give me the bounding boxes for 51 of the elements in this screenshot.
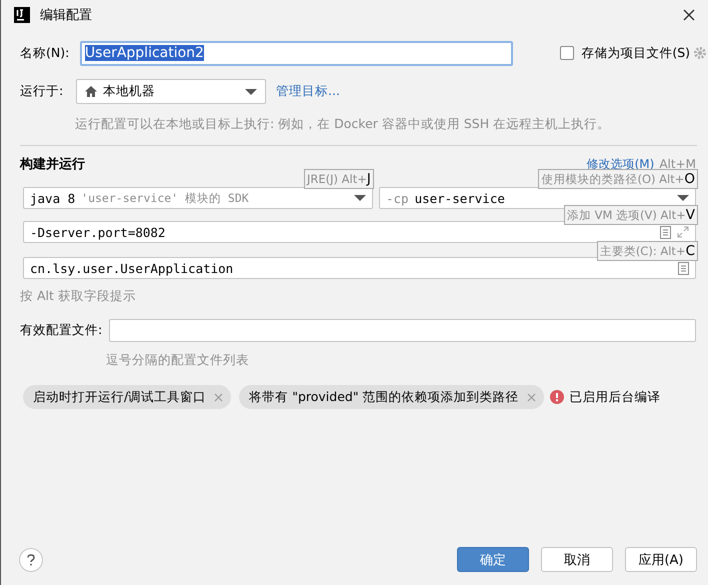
profiles-hint: 逗号分隔的配置文件列表 [106,352,250,369]
help-icon [27,554,35,566]
warning-text: 已启用后台编译 [570,388,661,406]
main-class-field[interactable]: cn.lsy.user.UserApplication [23,257,696,279]
name-label: 名称(N): [20,44,70,62]
dialog-button[interactable]: 应用(A) [625,547,697,572]
dropdown-arrow-icon [677,194,689,202]
shortcut-tooltip: 主要类(C): Alt+C [596,241,698,261]
store-checkbox[interactable] [560,46,574,60]
jre-value: java 8 [30,190,76,206]
field-hint: 按 Alt 获取字段提示 [20,288,137,305]
option-chip[interactable]: 将带有 "provided" 范围的依赖项添加到类路径 [239,385,544,409]
shortcut-tooltip: 添加 VM 选项(V) Alt+V [564,205,698,225]
shortcut-tooltip: 使用模块的类路径(O) Alt+O [538,169,698,189]
profiles-field[interactable] [109,319,696,342]
jre-detail: 'user-service' 模块的 SDK [81,190,249,206]
jre-dropdown[interactable]: java 8 'user-service' 模块的 SDK [23,187,373,209]
name-value: UserApplication2 [84,45,204,61]
close-icon[interactable] [683,9,695,21]
dialog-button[interactable]: 取消 [541,547,613,572]
classpath-value: user-service [414,190,505,206]
profiles-label: 有效配置文件: [20,322,104,339]
help-button[interactable] [19,548,43,572]
section-title: 构建并运行 [20,156,85,173]
home-icon [85,86,97,97]
document-icon [660,226,671,238]
target-dropdown[interactable]: 本地机器 [76,79,266,104]
shortcut-hint: Alt+M [659,157,696,171]
shortcut-tooltip: JRE(J) Alt+J [304,169,374,189]
option-chip[interactable]: 启动时打开运行/调试工具窗口 [23,385,232,409]
chip-label: 将带有 "provided" 范围的依赖项添加到类路径 [249,388,519,406]
app-logo-icon [14,7,30,23]
settings-icon [693,46,707,60]
store-checkbox-label: 存储为项目文件(S) [581,44,690,62]
classpath-prefix: -cp [386,190,409,206]
manage-targets-link[interactable]: 管理目标... [276,83,340,100]
expand-icon [677,226,689,238]
run-on-hint: 运行配置可以在本地或目标上执行: 例如，在 Docker 容器中或使用 SSH 在远程主机上执行。 [75,116,612,133]
dropdown-arrow-icon [245,88,257,96]
chip-label: 启动时打开运行/调试工具窗口 [33,388,206,406]
document-icon [678,262,689,274]
error-icon [550,390,564,404]
run-on-label: 运行于: [20,83,64,100]
window-title: 编辑配置 [40,7,92,24]
vm-options-field[interactable]: -Dserver.port=8082 [23,221,696,243]
main-class-value: cn.lsy.user.UserApplication [30,260,234,276]
dropdown-arrow-icon [354,194,366,202]
name-field[interactable]: UserApplication2 [80,40,514,66]
target-value: 本地机器 [103,83,155,100]
vm-options-value: -Dserver.port=8082 [30,224,166,240]
ok-button[interactable]: 确定 [457,547,529,572]
